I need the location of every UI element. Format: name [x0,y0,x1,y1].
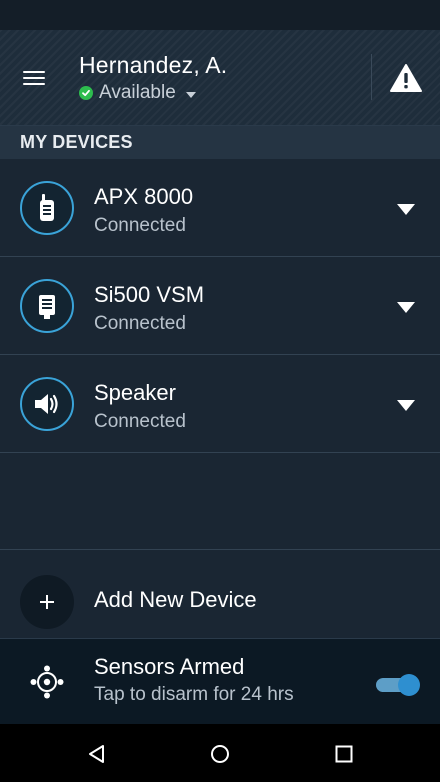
plus-icon [20,575,74,629]
app-header: Hernandez, A. Available [0,30,440,126]
warning-triangle-icon[interactable] [388,62,424,94]
speaker-icon [20,377,74,431]
back-triangle-icon[interactable] [84,741,110,767]
expand-caret-icon[interactable] [397,400,415,411]
device-row-speaker[interactable]: Speaker Connected [0,355,440,453]
expand-caret-icon[interactable] [397,302,415,313]
sensors-armed-bar[interactable]: Sensors Armed Tap to disarm for 24 hrs [0,638,440,724]
empty-list-area [0,453,440,549]
section-header: MY DEVICES [0,126,440,159]
device-status: Connected [94,313,186,334]
toggle-thumb [398,674,420,696]
status-bar [0,0,440,30]
device-row-apx-8000[interactable]: APX 8000 Connected [0,159,440,257]
user-name: Hernandez, A. [79,52,228,78]
device-list: APX 8000 Connected Si500 VSM Connected S [0,159,440,453]
section-title: MY DEVICES [20,132,133,152]
availability-status-dropdown[interactable]: Available [79,82,196,104]
device-row-si500-vsm[interactable]: Si500 VSM Connected [0,257,440,355]
device-name: Si500 VSM [94,282,205,307]
device-name: Speaker [94,380,176,405]
header-divider [371,54,372,100]
availability-status-text: Available [99,82,176,103]
radio-icon [20,181,74,235]
sensors-toggle[interactable] [376,673,420,696]
add-new-device-label: Add New Device [94,587,257,612]
home-circle-icon[interactable] [207,741,233,767]
device-status: Connected [94,411,186,432]
sensors-title: Sensors Armed [94,654,245,679]
system-nav-bar [0,724,440,782]
check-circle-icon [79,86,93,100]
body-camera-icon [20,279,74,333]
hamburger-menu-icon[interactable] [18,64,52,92]
recents-square-icon[interactable] [331,741,357,767]
device-status: Connected [94,215,186,236]
sensors-subtitle: Tap to disarm for 24 hrs [94,684,294,705]
caret-down-icon [185,91,196,98]
expand-caret-icon[interactable] [397,204,415,215]
add-new-device-button[interactable]: Add New Device [0,550,440,638]
device-name: APX 8000 [94,184,194,209]
sensor-crosshair-icon [30,665,64,699]
